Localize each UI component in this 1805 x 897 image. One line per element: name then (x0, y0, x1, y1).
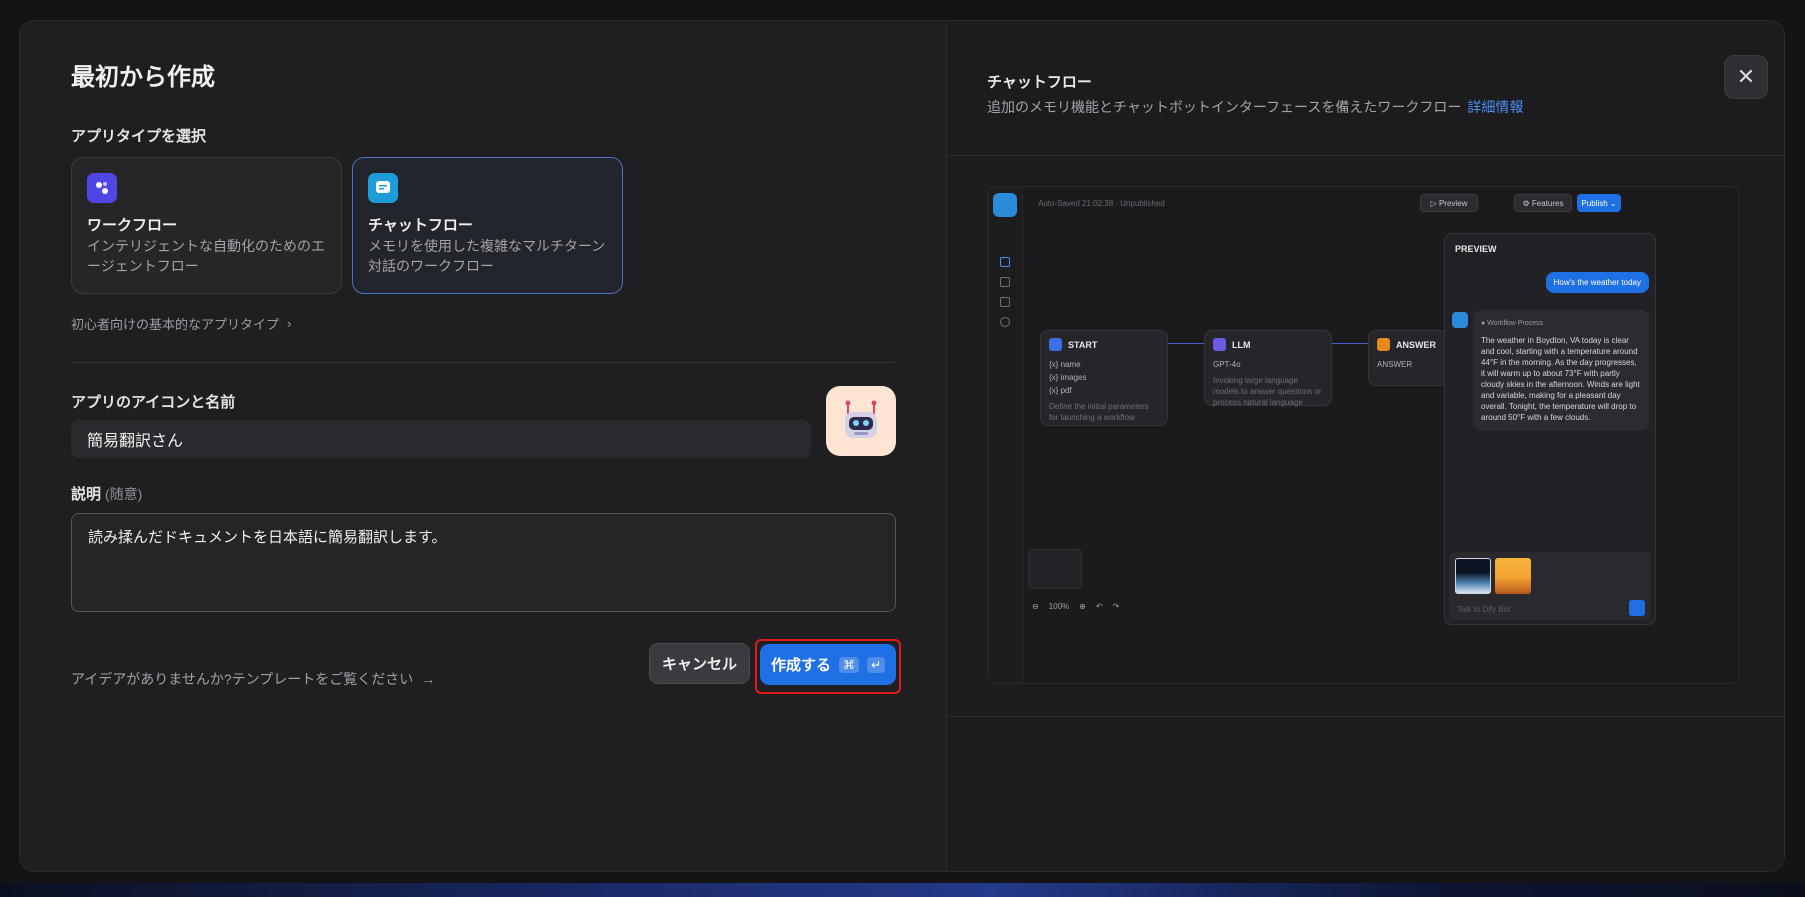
preview-desc-text: 追加のメモリ機能とチャットボットインターフェースを備えたワークフロー (987, 99, 1462, 115)
nav-icon (1000, 297, 1010, 307)
chatflow-icon (368, 173, 398, 203)
node-var: ANSWER (1377, 360, 1413, 369)
divider (71, 362, 895, 363)
app-name-label: アプリのアイコンと名前 (71, 394, 236, 411)
close-icon: ✕ (1736, 64, 1756, 89)
workflow-process: ● Workflow Process (1481, 320, 1544, 327)
description-value: 読み揉んだドキュメントを日本語に簡易翻訳します。 (88, 529, 447, 546)
node-title: ANSWER (1396, 339, 1436, 350)
nav-icon (1000, 257, 1010, 267)
bot-icon (993, 193, 1017, 217)
undo-icon: ↶ (1095, 601, 1103, 611)
chat-placeholder: Talk to Dify Bot (1457, 605, 1511, 614)
card-name: ワークフロー (87, 217, 178, 234)
learn-more-link[interactable]: 詳細情報 (1467, 99, 1523, 115)
close-button[interactable]: ✕ (1724, 55, 1768, 99)
node-model: GPT-4o (1213, 360, 1241, 369)
description-label: 説明 (随意) (71, 483, 142, 504)
redo-icon: ↷ (1112, 601, 1120, 611)
start-node: START {x} name {x} images {x} pdf Define… (1040, 330, 1168, 426)
nav-icon (1000, 317, 1010, 327)
create-button[interactable]: 作成する ⌘ ↵ (760, 644, 896, 685)
description-label-text: 説明 (71, 486, 102, 503)
optional-note: (随意) (105, 486, 143, 502)
app-type-card-workflow[interactable]: ワークフロー インテリジェントな自動化のためのエージェントフロー (71, 157, 342, 294)
preview-sidebar (988, 187, 1023, 683)
template-link[interactable]: アイデアがありませんか?テンプレートをご覧ください → (71, 669, 435, 689)
node-var: {x} pdf (1049, 386, 1072, 395)
beginner-link-label: 初心者向けの基本的なアプリタイプ (71, 317, 280, 332)
app-type-label: アプリタイプを選択 (71, 128, 207, 145)
card-desc: インテリジェントな自動化のためのエージェントフロー (87, 238, 325, 274)
card-name: チャットフロー (368, 217, 473, 234)
node-title: START (1068, 339, 1098, 350)
dialog-title: 最初から作成 (71, 64, 215, 91)
bot-icon (1452, 312, 1468, 328)
robot-icon (845, 400, 877, 438)
form-panel: 最初から作成 アプリタイプを選択 ワークフロー インテリジェントな自動化のための… (20, 21, 946, 871)
answer-node: ANSWER ANSWER (1368, 330, 1448, 386)
bot-message: ● Workflow Process The weather in Boydto… (1473, 310, 1649, 431)
arrow-right-icon: → (421, 671, 436, 687)
features-button: ⚙ Features (1514, 194, 1572, 212)
nav-icon (1000, 277, 1010, 287)
create-app-dialog: 最初から作成 アプリタイプを選択 ワークフロー インテリジェントな自動化のための… (19, 20, 1785, 872)
beginner-app-types-link[interactable]: 初心者向けの基本的なアプリタイプ › (71, 314, 291, 333)
node-title: LLM (1232, 339, 1251, 350)
canvas-toolbar: ⊖ 100% ⊕ ↶ ↷ (1032, 597, 1119, 615)
workflow-icon (87, 173, 117, 203)
publish-button: Publish ⌄ (1577, 194, 1621, 212)
preview-title: チャットフロー (987, 74, 1092, 91)
chat-preview-panel: PREVIEW How's the weather today ● Workfl… (1444, 233, 1656, 625)
preview-panel: チャットフロー 追加のメモリ機能とチャットボットインターフェースを備えたワークフ… (946, 21, 1784, 871)
chat-preview-title: PREVIEW (1455, 244, 1497, 254)
zoom-in-icon: ⊕ (1079, 601, 1086, 611)
chatflow-preview-image: Auto-Saved 21:02:38 · Unpublished ▷ Prev… (987, 186, 1739, 684)
node-var: {x} name (1049, 360, 1081, 369)
description-textarea[interactable]: 読み揉んだドキュメントを日本語に簡易翻訳します。 (71, 513, 896, 612)
send-icon (1629, 600, 1645, 616)
app-name-value: 簡易翻訳さん (87, 433, 184, 450)
user-message: How's the weather today (1545, 272, 1649, 293)
zoom-out-icon: ⊖ (1032, 601, 1039, 611)
create-button-label: 作成する (770, 657, 831, 674)
llm-icon (1213, 338, 1226, 351)
preview-button: ▷ Preview (1420, 194, 1478, 212)
divider (947, 155, 1784, 156)
template-link-label: アイデアがありませんか?テンプレートをご覧ください (71, 671, 414, 687)
attached-image (1495, 558, 1531, 594)
edge (1332, 343, 1368, 344)
zoom-level: 100% (1048, 601, 1070, 611)
chevron-right-icon: › (287, 316, 292, 331)
divider (947, 716, 1784, 717)
answer-icon (1377, 338, 1390, 351)
llm-node: LLM GPT-4o Invoking large language model… (1204, 330, 1332, 407)
command-key-icon: ⌘ (838, 656, 859, 673)
bot-message-text: The weather in Boydton, VA today is clea… (1481, 336, 1640, 422)
app-icon-picker[interactable] (826, 386, 896, 456)
cancel-button[interactable]: キャンセル (649, 643, 750, 684)
node-var: {x} images (1049, 373, 1087, 382)
home-icon (1049, 338, 1062, 351)
attached-image (1455, 558, 1491, 594)
desktop-backdrop (0, 883, 1805, 897)
edge (1168, 343, 1204, 344)
chat-input: Talk to Dify Bot (1449, 552, 1651, 620)
enter-key-icon: ↵ (866, 656, 886, 673)
preview-desc: 追加のメモリ機能とチャットボットインターフェースを備えたワークフロー 詳細情報 (987, 97, 1523, 117)
app-name-input[interactable]: 簡易翻訳さん (71, 420, 811, 458)
node-note: Define the initial parameters for launch… (1049, 402, 1149, 422)
app-type-card-chatflow[interactable]: チャットフロー メモリを使用した複雑なマルチターン対話のワークフロー (352, 157, 623, 294)
card-desc: メモリを使用した複雑なマルチターン対話のワークフロー (368, 238, 606, 274)
minimap (1028, 549, 1082, 589)
autosave-status: Auto-Saved 21:02:38 · Unpublished (1038, 199, 1165, 208)
node-note: Invoking large language models to answer… (1213, 376, 1322, 407)
